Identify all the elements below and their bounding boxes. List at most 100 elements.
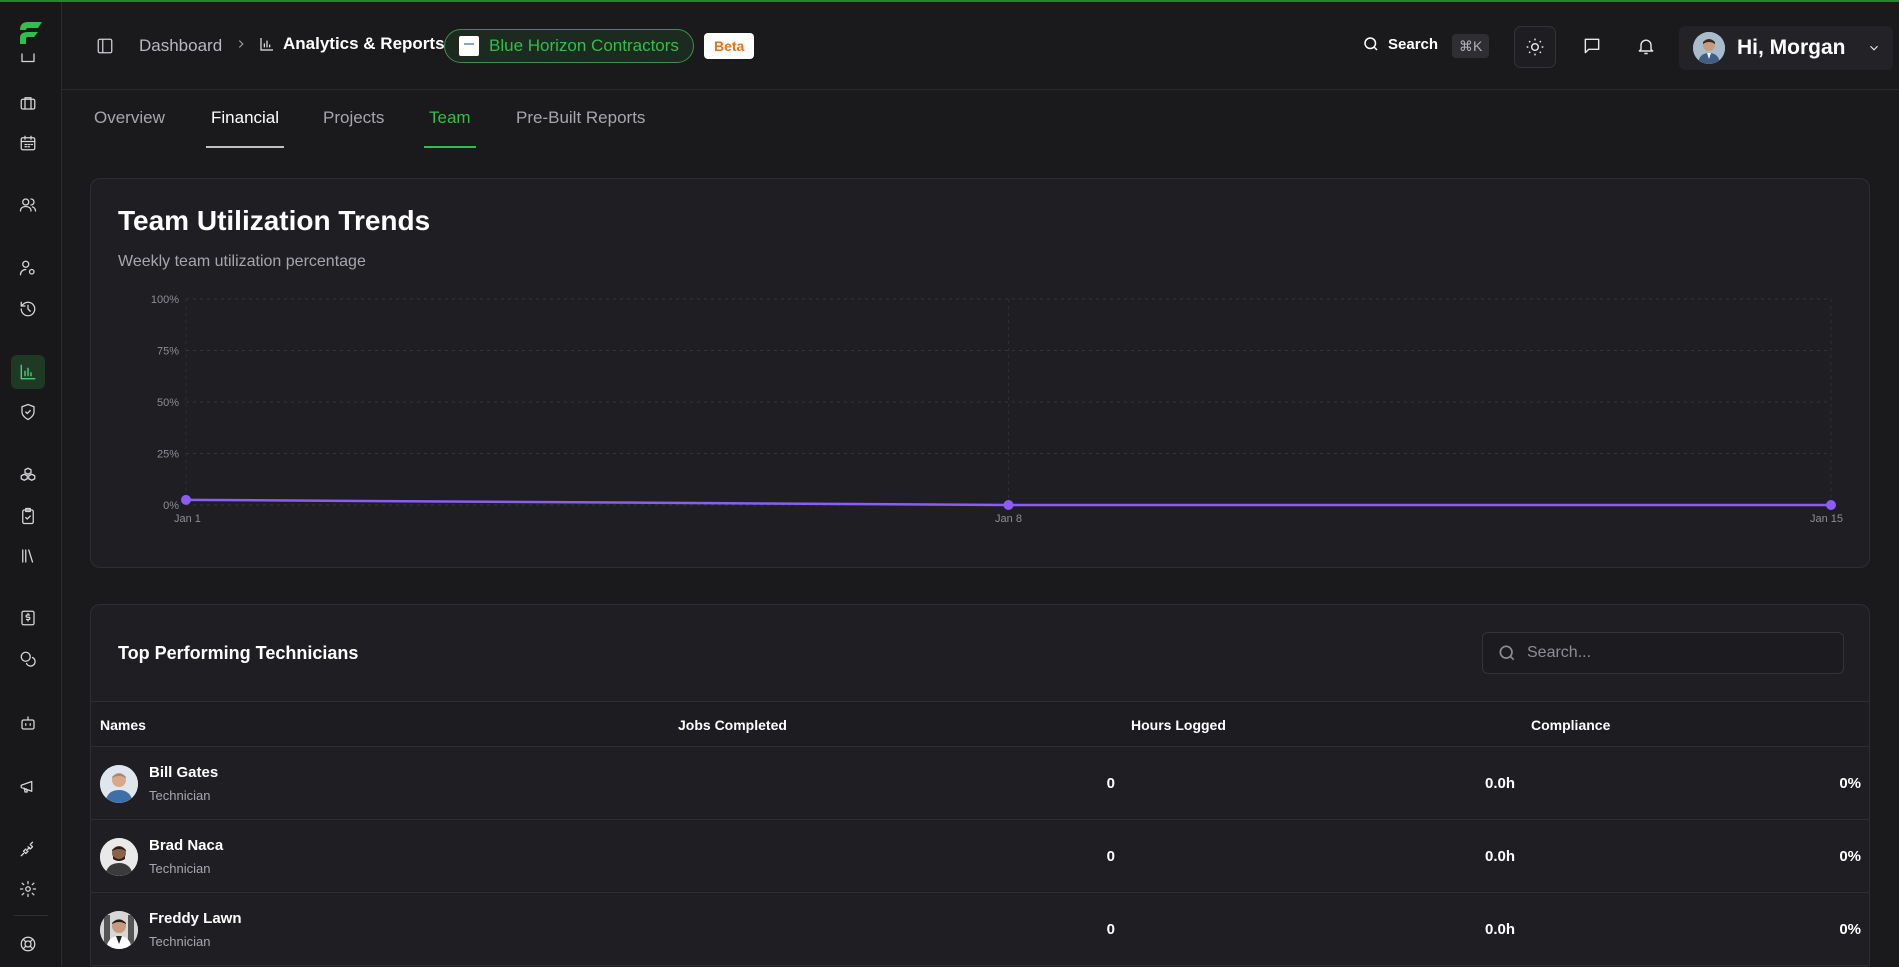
x-tick-label: Jan 8 [995,513,1022,525]
data-point [1826,500,1836,510]
sidebar-item-settings[interactable] [11,872,45,906]
search-label: Search [1388,35,1439,53]
user-cog-icon [19,260,35,276]
sidebar-item-assets[interactable] [11,458,45,492]
sidebar-item-security[interactable] [11,395,45,429]
table-row[interactable]: Bill Gates Technician 0 0.0h 0% [91,747,1869,820]
clipboard-check-icon [22,507,34,525]
sidebar-item-customers[interactable] [11,188,45,222]
sidebar-item-library[interactable] [11,539,45,573]
report-tabs: Overview Financial Projects Team Pre-Bui… [62,90,1899,152]
y-tick-label: 25% [157,449,179,461]
message-square-icon [1584,38,1600,54]
technician-name: Brad Naca [149,837,224,854]
x-tick-label: Jan 1 [174,513,201,525]
sidebar [0,2,62,967]
company-name: Blue Horizon Contractors [489,36,679,55]
sidebar-item-team[interactable] [11,251,45,285]
bar-chart-icon [20,364,36,380]
tab-financial[interactable]: Financial [205,108,285,148]
avatar [100,838,138,876]
search-icon [1364,37,1378,51]
history-icon [20,301,36,317]
notifications-button[interactable] [1636,36,1656,56]
briefcase-icon [20,97,36,110]
user-greeting: Hi, Morgan [1737,36,1846,59]
avatar [1693,32,1725,64]
sidebar-toggle-button[interactable] [96,37,114,55]
shield-check-icon [21,403,35,421]
sun-icon [1526,38,1544,56]
tab-pre-built-reports[interactable]: Pre-Built Reports [516,108,645,148]
breadcrumb-current: Analytics & Reports [259,34,445,54]
sidebar-item-billing[interactable] [11,601,45,635]
compliance-value: 0% [1839,775,1861,792]
sidebar-item-help[interactable] [11,927,45,961]
company-selector[interactable]: Blue Horizon Contractors [444,29,694,63]
table-search-input[interactable] [1527,644,1827,662]
bell-icon [1638,39,1654,55]
column-jobs-completed[interactable]: Jobs Completed [678,717,787,733]
sidebar-item-analytics[interactable] [11,355,45,389]
data-point [1003,500,1014,510]
sidebar-item-payments[interactable] [11,642,45,676]
table-row[interactable]: Brad Naca Technician 0 0.0h 0% [91,820,1869,893]
y-tick-label: 0% [163,500,179,512]
technician-name: Bill Gates [149,764,219,781]
calendar-icon [20,135,36,151]
sidebar-item-jobs[interactable] [11,86,45,120]
sidebar-item-calendar[interactable] [11,126,45,160]
sidebar-item-inbox[interactable] [11,46,45,68]
messages-button[interactable] [1582,36,1602,56]
sidebar-item-automation[interactable] [11,706,45,740]
gear-icon [19,880,37,898]
table-title: Top Performing Technicians [118,643,359,663]
coins-icon [20,651,36,667]
sidebar-item-checklists[interactable] [11,499,45,533]
megaphone-icon [20,780,33,793]
chevron-right-icon [234,37,248,51]
hours-logged-value: 0.0h [1484,848,1515,865]
avatar [100,911,138,949]
global-search-button[interactable]: Search [1362,35,1438,53]
tab-team[interactable]: Team [424,108,476,148]
hours-logged-value: 0.0h [1484,775,1515,792]
compliance-value: 0% [1839,848,1861,865]
jobs-completed-value: 0 [1106,848,1115,865]
y-tick-label: 75% [157,346,179,358]
column-names[interactable]: Names [100,717,146,733]
beta-badge: Beta [704,33,755,59]
tab-overview[interactable]: Overview [94,108,165,148]
chevron-down-icon [1867,41,1881,55]
sidebar-item-history[interactable] [11,292,45,326]
library-icon [22,549,34,563]
plug-icon [20,841,34,857]
company-logo-icon [459,36,479,56]
utilization-chart-card: Team Utilization Trends Weekly team util… [90,178,1870,568]
tab-projects[interactable]: Projects [323,108,384,148]
breadcrumb-current-label: Analytics & Reports [283,34,445,53]
column-hours-logged[interactable]: Hours Logged [1131,717,1226,733]
app-logo[interactable] [16,18,46,48]
table-header: Names Jobs Completed Hours Logged Compli… [91,701,1869,747]
boxes-icon [20,467,36,481]
user-menu-button[interactable]: Hi, Morgan [1679,26,1893,70]
jobs-completed-value: 0 [1106,775,1115,792]
y-tick-label: 50% [157,397,179,409]
breadcrumb-dashboard[interactable]: Dashboard [139,36,222,56]
x-tick-label: Jan 15 [1810,513,1843,525]
technician-role: Technician [149,934,211,949]
sidebar-item-integrations[interactable] [11,832,45,866]
top-header: Dashboard Analytics & Reports Blue Horiz… [62,2,1899,90]
panel-left-icon [97,38,113,54]
table-row[interactable]: Freddy Lawn Technician 0 0.0h 0% [91,893,1869,966]
lifebuoy-icon [20,936,36,952]
technician-role: Technician [149,788,211,803]
table-search[interactable] [1482,632,1844,674]
y-tick-label: 100% [151,294,179,306]
sidebar-divider [14,915,48,916]
theme-toggle-button[interactable] [1514,26,1556,68]
compliance-value: 0% [1839,921,1861,938]
column-compliance[interactable]: Compliance [1531,717,1610,733]
sidebar-item-marketing[interactable] [11,769,45,803]
